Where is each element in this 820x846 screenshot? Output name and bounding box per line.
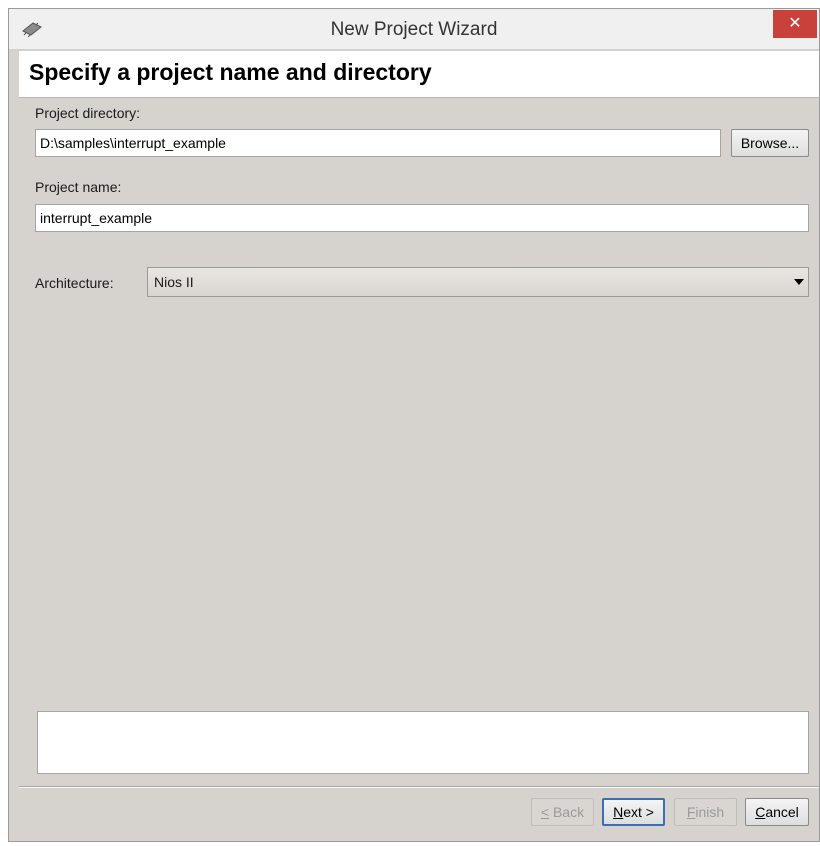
message-area bbox=[37, 711, 809, 774]
architecture-value: Nios II bbox=[154, 274, 194, 290]
back-mnemonic: < bbox=[540, 804, 550, 820]
project-name-label: Project name: bbox=[35, 179, 122, 195]
title-bar[interactable]: New Project Wizard ✕ bbox=[9, 9, 819, 50]
next-label: ext > bbox=[623, 804, 654, 820]
wizard-window: New Project Wizard ✕ Specify a project n… bbox=[8, 8, 820, 842]
next-button[interactable]: Next > bbox=[602, 798, 665, 826]
back-label: Back bbox=[549, 804, 585, 820]
browse-button[interactable]: Browse... bbox=[731, 129, 809, 157]
close-icon: ✕ bbox=[788, 15, 802, 32]
cancel-label: ancel bbox=[765, 804, 799, 820]
dropdown-arrow-icon[interactable] bbox=[794, 279, 804, 285]
page-title: Specify a project name and directory bbox=[29, 59, 432, 85]
architecture-label: Architecture: bbox=[35, 275, 114, 291]
back-button: < Back bbox=[531, 798, 594, 826]
close-button[interactable]: ✕ bbox=[773, 10, 817, 38]
footer-divider bbox=[19, 786, 819, 788]
architecture-select[interactable]: Nios II bbox=[147, 267, 809, 297]
finish-button: Finish bbox=[674, 798, 737, 826]
project-name-input[interactable] bbox=[35, 204, 809, 232]
project-directory-input[interactable] bbox=[35, 129, 721, 157]
window-title: New Project Wizard bbox=[330, 19, 498, 40]
next-mnemonic: N bbox=[613, 804, 624, 820]
cancel-button[interactable]: Cancel bbox=[745, 798, 809, 826]
cancel-mnemonic: C bbox=[755, 804, 766, 820]
wizard-header: Specify a project name and directory bbox=[19, 51, 819, 98]
project-directory-label: Project directory: bbox=[35, 105, 141, 121]
finish-label: inish bbox=[695, 804, 725, 820]
